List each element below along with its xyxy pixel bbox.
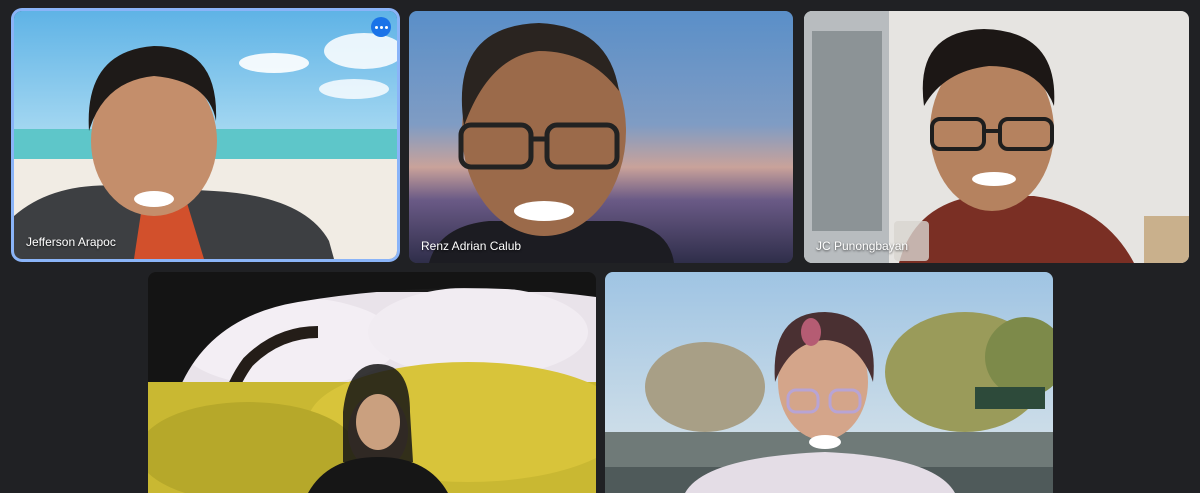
video-feed — [409, 11, 793, 263]
participant-tile-4[interactable] — [148, 272, 596, 493]
participant-name: Renz Adrian Calub — [421, 239, 522, 253]
video-feed — [148, 272, 596, 493]
participant-tile-renz-adrian-calub[interactable]: Renz Adrian Calub — [409, 11, 793, 263]
video-feed — [804, 11, 1189, 263]
participant-tile-5[interactable] — [605, 272, 1053, 493]
participant-name: JC Punongbayan — [816, 239, 909, 253]
more-options-icon[interactable] — [371, 17, 391, 37]
video-feed — [605, 272, 1053, 493]
participant-tile-jefferson-arapoc[interactable]: Jefferson Arapoc — [14, 11, 397, 259]
participant-tile-jc-punongbayan[interactable]: JC Punongbayan — [804, 11, 1189, 263]
video-feed — [14, 11, 397, 259]
participant-name: Jefferson Arapoc — [26, 235, 116, 249]
